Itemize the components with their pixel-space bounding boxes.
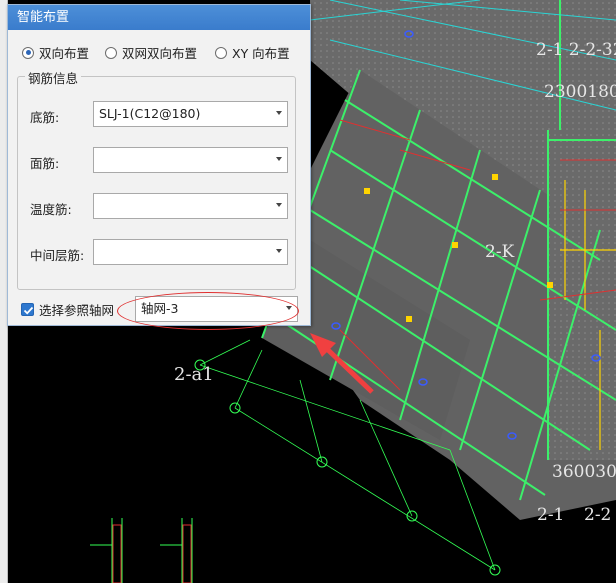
chevron-down-icon xyxy=(286,306,292,310)
radio-selected-icon xyxy=(22,46,34,59)
radio-unselected-icon xyxy=(215,46,227,59)
axis-net-select[interactable]: 轴网-3 xyxy=(135,296,298,322)
cad-label-axis-bottom-2: 2-2 xyxy=(584,505,612,525)
middle-rebar-select[interactable] xyxy=(93,239,288,265)
cad-label-axis-2k: 2-K xyxy=(485,242,515,262)
temperature-rebar-select[interactable] xyxy=(93,193,288,219)
chevron-down-icon xyxy=(276,249,282,253)
dialog-title: 智能布置 xyxy=(8,5,310,30)
chevron-down-icon xyxy=(276,203,282,207)
middle-rebar-label: 中间层筋: xyxy=(30,248,85,263)
cad-label-dim-bottom: 3600308 xyxy=(552,462,616,482)
top-rebar-label: 面筋: xyxy=(30,156,60,171)
chevron-down-icon xyxy=(276,111,282,115)
top-rebar-select[interactable] xyxy=(93,147,288,173)
reference-axis-label: 选择参照轴网 xyxy=(39,303,115,318)
bottom-rebar-value: SLJ-1(C12@180) xyxy=(99,106,201,121)
radio-label-double-net: 双网双向布置 xyxy=(122,46,198,61)
radio-label-bidirectional: 双向布置 xyxy=(39,46,90,61)
radio-unselected-icon xyxy=(105,46,117,59)
radio-xy-direction[interactable]: XY 向布置 xyxy=(215,43,290,62)
temperature-rebar-label: 温度筋: xyxy=(30,202,72,217)
bottom-rebar-select[interactable]: SLJ-1(C12@180) xyxy=(93,101,288,127)
rebar-info-group: 钢筋信息 底筋: SLJ-1(C12@180) 面筋: 温度筋: 中间层筋: xyxy=(17,68,296,290)
radio-double-net-bidirectional[interactable]: 双网双向布置 xyxy=(105,43,197,62)
cad-label-dim-top: 2300180 xyxy=(544,82,616,102)
chevron-down-icon xyxy=(276,157,282,161)
cad-label-axis-2a1: 2-a1 xyxy=(174,364,214,385)
radio-label-xy: XY 向布置 xyxy=(232,46,290,61)
axis-net-value: 轴网-3 xyxy=(141,301,179,316)
checkbox-checked-icon xyxy=(21,303,34,316)
rebar-info-title: 钢筋信息 xyxy=(25,68,82,87)
bottom-rebar-label: 底筋: xyxy=(30,110,60,125)
smart-layout-dialog: 智能布置 双向布置 双网双向布置 XY 向布置 钢筋信息 底筋: SLJ-1(C… xyxy=(7,4,311,326)
slab-region-right xyxy=(548,130,616,460)
radio-bidirectional[interactable]: 双向布置 xyxy=(22,43,89,62)
reference-axis-checkbox[interactable]: 选择参照轴网 xyxy=(21,300,114,319)
cad-label-axis-top: 2-1 2-2-32 xyxy=(536,40,616,60)
cad-label-axis-bottom-1: 2-1 xyxy=(537,505,565,525)
